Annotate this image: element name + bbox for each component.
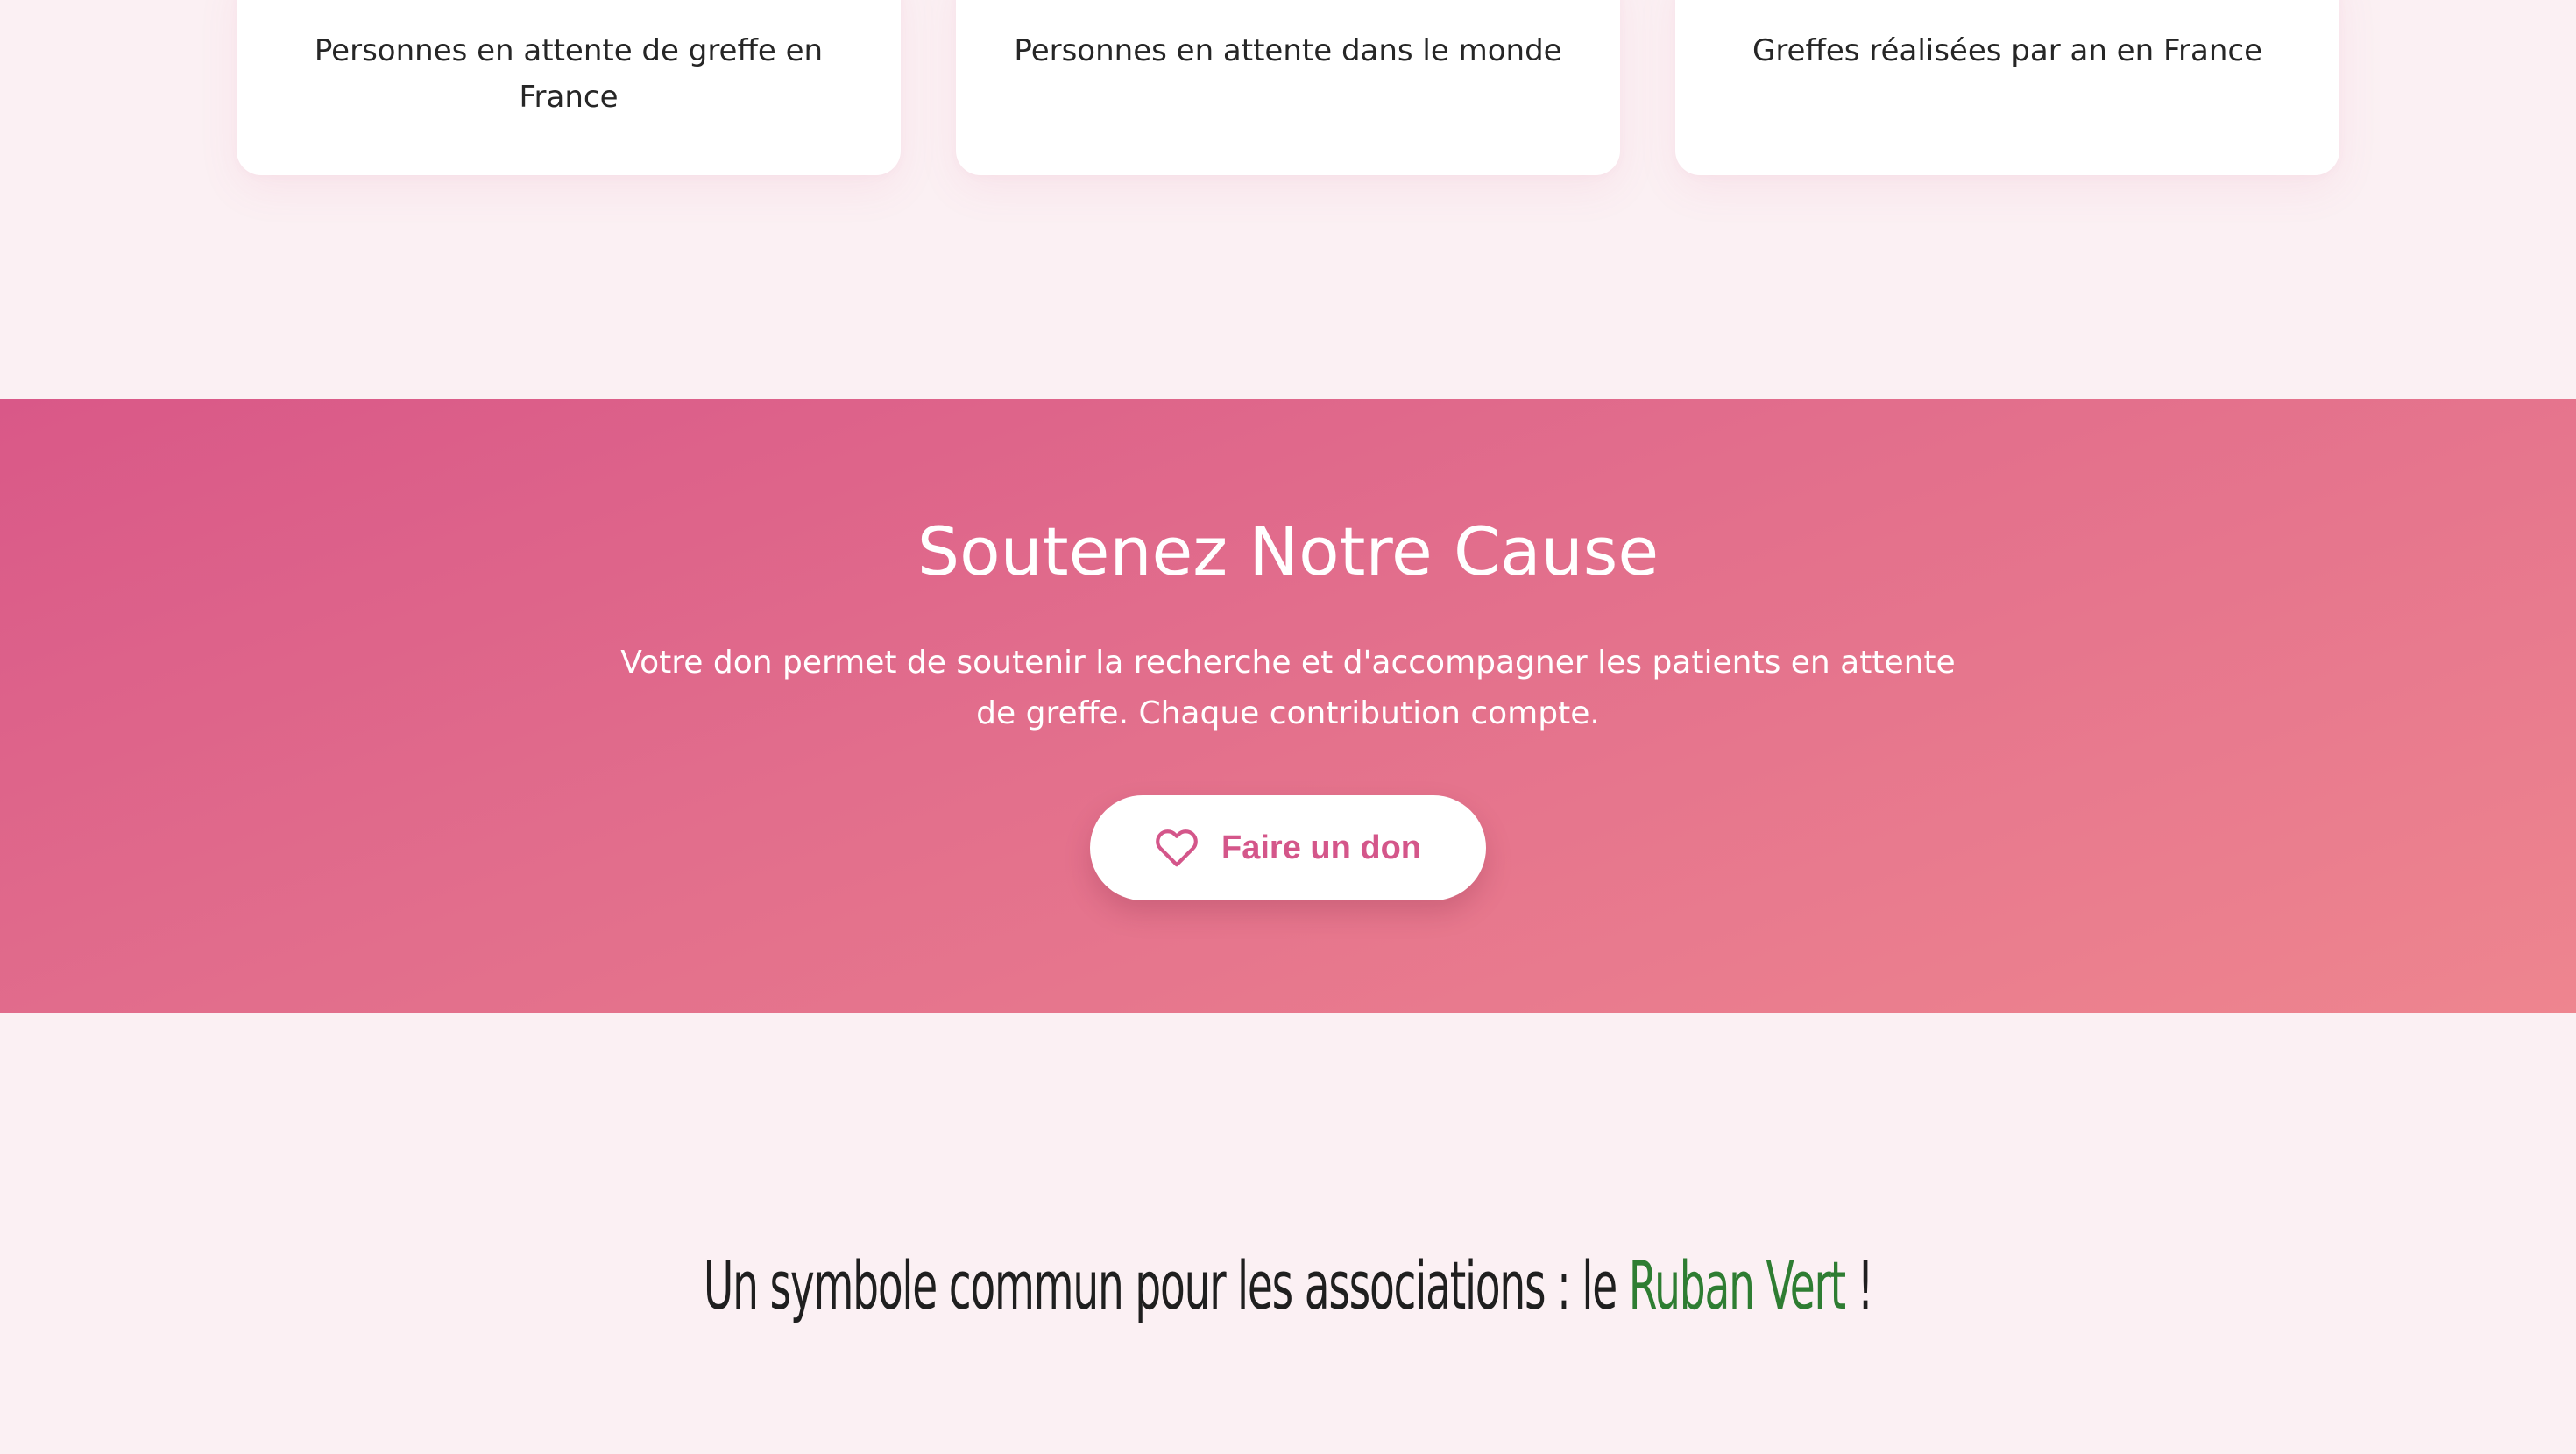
support-title: Soutenez Notre Cause bbox=[916, 512, 1660, 590]
stats-section: Personnes en attente de greffe en France… bbox=[0, 0, 2576, 175]
symbol-heading: Un symbole commun pour les associations … bbox=[0, 1242, 2576, 1330]
stat-card: Personnes en attente de greffe en France bbox=[237, 0, 901, 175]
stat-label: Personnes en attente de greffe en France bbox=[314, 33, 824, 115]
stat-label: Greffes réalisées par an en France bbox=[1752, 33, 2263, 68]
support-description: Votre don permet de soutenir la recherch… bbox=[620, 645, 1956, 731]
symbol-heading-suffix: ! bbox=[1844, 1246, 1874, 1324]
donate-button-label: Faire un don bbox=[1221, 829, 1421, 866]
stat-card: Personnes en attente dans le monde bbox=[956, 0, 1620, 175]
heart-icon bbox=[1156, 829, 1198, 867]
stat-card: Greffes réalisées par an en France bbox=[1675, 0, 2339, 175]
donate-button[interactable]: Faire un don bbox=[1090, 795, 1486, 900]
stat-label: Personnes en attente dans le monde bbox=[1014, 33, 1562, 68]
symbol-heading-text: Un symbole commun pour les associations … bbox=[703, 1242, 1874, 1330]
ruban-vert-highlight: Ruban Vert bbox=[1628, 1246, 1846, 1324]
symbol-heading-prefix: Un symbole commun pour les associations … bbox=[703, 1246, 1629, 1324]
